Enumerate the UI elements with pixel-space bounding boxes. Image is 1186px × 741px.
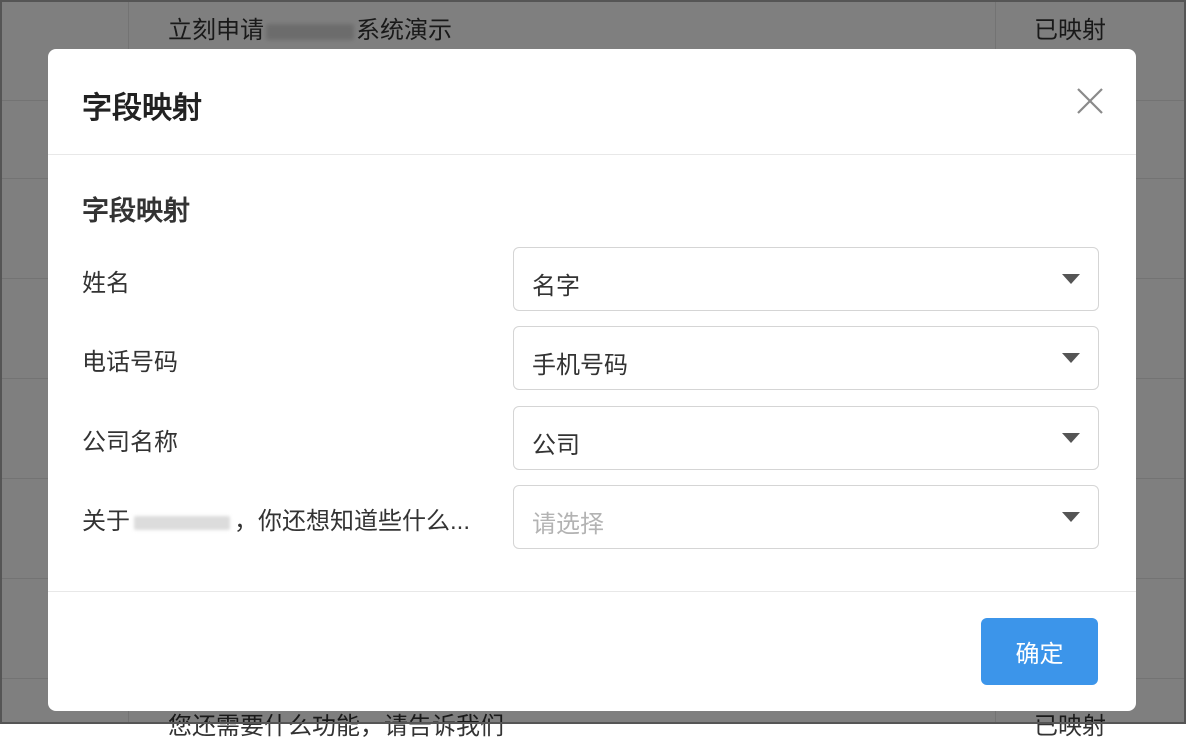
close-icon [1077, 88, 1103, 114]
caret-down-icon [1062, 512, 1080, 522]
question-select[interactable]: 请选择 [513, 485, 1099, 549]
confirm-button[interactable]: 确定 [981, 618, 1098, 685]
field-row-phone: 电话号码 手机号码 [48, 326, 1136, 392]
close-button[interactable] [1072, 83, 1108, 119]
select-value: 手机号码 [532, 352, 628, 379]
name-select[interactable]: 名字 [513, 247, 1099, 311]
field-row-question: 关于 ，你还想知道些什么... 请选择 [48, 485, 1136, 551]
caret-down-icon [1062, 433, 1080, 443]
caret-down-icon [1062, 274, 1080, 284]
company-select[interactable]: 公司 [513, 406, 1099, 470]
select-value: 名字 [532, 273, 580, 300]
dialog-header: 字段映射 [48, 49, 1136, 155]
footer-divider [48, 591, 1136, 592]
field-row-company: 公司名称 公司 [48, 406, 1136, 472]
field-label: 姓名 [82, 270, 130, 297]
redacted-text [134, 515, 230, 530]
section-title: 字段映射 [82, 196, 190, 226]
field-mapping-dialog: 字段映射 字段映射 姓名 名字 电话号码 手机号码 公司名称 公司 关于 ，你还想… [48, 49, 1136, 711]
phone-select[interactable]: 手机号码 [513, 326, 1099, 390]
field-label: 关于 ，你还想知道些什么... [82, 508, 471, 535]
caret-down-icon [1062, 353, 1080, 363]
select-placeholder: 请选择 [532, 511, 604, 538]
field-row-name: 姓名 名字 [48, 247, 1136, 313]
field-label: 电话号码 [82, 349, 178, 376]
field-label: 公司名称 [82, 429, 178, 456]
select-value: 公司 [532, 432, 580, 459]
dialog-title: 字段映射 [82, 92, 202, 125]
